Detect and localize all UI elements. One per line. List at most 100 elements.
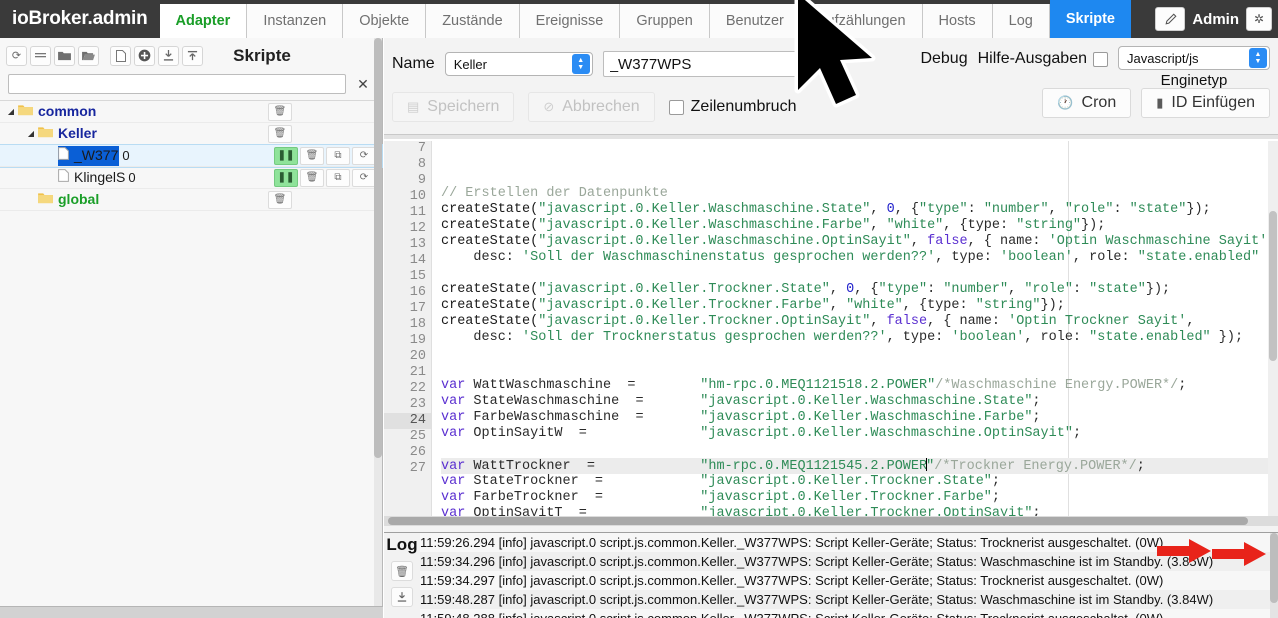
tab-zust-nde[interactable]: Zustände: [426, 4, 520, 38]
folder-open-icon[interactable]: [78, 45, 99, 66]
trash-button[interactable]: 🗑: [300, 168, 324, 187]
cancel-button[interactable]: ⊘ Abbrechen: [528, 92, 655, 122]
search-input[interactable]: [8, 74, 346, 94]
tab-ereignisse[interactable]: Ereignisse: [519, 4, 621, 38]
tab-benutzer[interactable]: Benutzer: [709, 4, 801, 38]
log-entry-list[interactable]: 11:59:26.294 [info] javascript.0 script.…: [420, 533, 1270, 618]
insert-id-label: ID Einfügen: [1171, 94, 1255, 111]
trash-button[interactable]: 🗑: [268, 102, 292, 121]
line-number: 18: [409, 317, 426, 332]
export-icon[interactable]: [158, 45, 179, 66]
editor-vertical-scrollbar[interactable]: [1268, 141, 1278, 521]
tab-instanzen[interactable]: Instanzen: [247, 4, 344, 38]
code-token: false: [886, 314, 928, 329]
log-entry[interactable]: 11:59:34.296 [info] javascript.0 script.…: [420, 552, 1270, 571]
import-icon[interactable]: [182, 45, 203, 66]
log-source: javascript.0 script.js.common.Keller._W3…: [530, 573, 812, 588]
folder-select[interactable]: Keller ▲ ▼: [444, 52, 593, 76]
cron-button[interactable]: 🕐 Cron: [1042, 88, 1132, 118]
insert-id-button[interactable]: ▮ ID Einfügen: [1141, 88, 1270, 118]
tab-aufz-hlungen[interactable]: Aufzählungen: [800, 4, 923, 38]
code-editor[interactable]: 7 8 9 10 11 12 13 14 15 16 17 18 19 20 21 22 23 24 25 26 27 …: [384, 134, 1278, 526]
sidebar-scrollbar-thumb[interactable]: [374, 38, 382, 458]
editor-hscroll-thumb[interactable]: [388, 517, 1248, 525]
code-line: createState("javascript.0.Keller.Waschma…: [441, 218, 1278, 234]
code-token: ": [926, 459, 935, 474]
tab-adapter[interactable]: Adapter: [159, 4, 248, 38]
pause-button[interactable]: ❚❚: [274, 168, 298, 187]
new-file-icon[interactable]: [110, 45, 131, 66]
log-scrollbar-thumb[interactable]: [1270, 533, 1278, 603]
restart-button[interactable]: ⟳: [352, 146, 376, 165]
editor-top-edge: [384, 135, 1278, 139]
wordwrap-checkbox[interactable]: [668, 99, 684, 115]
code-line: // Erstellen der Datenpunkte: [441, 186, 1278, 202]
clear-search-button[interactable]: ✕: [352, 74, 374, 94]
editor-vscroll-thumb[interactable]: [1269, 211, 1277, 361]
save-button[interactable]: ▤ Speichern: [392, 92, 515, 122]
log-entry[interactable]: 11:59:34.297 [info] javascript.0 script.…: [420, 571, 1270, 590]
debug-checkbox-group[interactable]: Debug: [920, 50, 967, 68]
tree-row-actions: ❚❚ 🗑 ⧉ ⟳: [272, 146, 382, 165]
code-line: createState("javascript.0.Keller.Trockne…: [441, 314, 1278, 330]
folder-closed-icon[interactable]: [54, 45, 75, 66]
pause-button[interactable]: ❚❚: [274, 146, 298, 165]
tab-skripte[interactable]: Skripte: [1049, 0, 1131, 38]
sidebar-scrollbar[interactable]: [374, 38, 382, 618]
trash-button[interactable]: 🗑: [268, 124, 292, 143]
collapse-all-icon[interactable]: [30, 45, 51, 66]
code-token: , { name:: [967, 234, 1049, 249]
tab-gruppen[interactable]: Gruppen: [620, 4, 710, 38]
code-token: "hm-rpc.0.MEQ1121545.2.POWER: [700, 459, 928, 474]
tab-list: Adapter Instanzen Objekte Zustände Ereigniss…: [159, 0, 1131, 38]
script-tree: ◢ common 🗑 ◢ Keller 🗑 _W377 0 ❚❚ 🗑 ⧉ ⟳ KlingelS 0 ❚❚ 🗑 ⧉…: [0, 100, 383, 211]
tree-row-common[interactable]: ◢ common 🗑: [0, 101, 382, 123]
cancel-label: Abbrechen: [562, 98, 640, 115]
code-token: ;: [1072, 426, 1082, 441]
code-token: "hm-rpc.0.MEQ1121518.2.POWER": [700, 378, 936, 393]
code-token: "state": [1129, 202, 1187, 217]
log-entry[interactable]: 11:59:48.287 [info] javascript.0 script.…: [420, 590, 1270, 609]
help-output-checkbox-group[interactable]: Hilfe-Ausgaben: [978, 50, 1108, 68]
refresh-icon[interactable]: ⟳: [6, 45, 27, 66]
log-message: Script Keller-Geräte; Status: Trockneris…: [815, 535, 1164, 550]
code-token: OptinSayitW =: [465, 426, 701, 441]
code-token: var: [441, 474, 466, 489]
log-timestamp: 11:59:48.287: [420, 592, 495, 607]
tree-row-keller[interactable]: ◢ Keller 🗑: [0, 123, 382, 145]
wordwrap-group[interactable]: Zeilenumbruch: [668, 98, 796, 116]
script-name-input[interactable]: [602, 51, 803, 77]
tab-log[interactable]: Log: [992, 4, 1050, 38]
copy-button[interactable]: ⧉: [326, 146, 350, 165]
code-token: var: [441, 490, 466, 505]
expander-open-icon[interactable]: ◢: [24, 129, 38, 138]
log-entry[interactable]: 11:59:26.294 [info] javascript.0 script.…: [420, 533, 1270, 552]
code-token: WattWaschmaschine =: [465, 378, 701, 393]
tab-objekte[interactable]: Objekte: [343, 4, 427, 38]
tree-node-label: _W377: [74, 146, 119, 163]
tab-hosts[interactable]: Hosts: [922, 4, 993, 38]
help-output-checkbox[interactable]: [1093, 51, 1108, 67]
log-message: Script Keller-Geräte; Status: Trockneris…: [815, 611, 1163, 618]
expander-open-icon[interactable]: ◢: [4, 107, 18, 116]
editor-horizontal-scrollbar[interactable]: [384, 516, 1278, 526]
log-scrollbar[interactable]: [1270, 533, 1278, 618]
enginetype-select[interactable]: Javascript/js ▲ ▼: [1118, 46, 1270, 70]
editor-action-buttons: 🕐 Cron ▮ ID Einfügen: [1042, 88, 1270, 118]
download-icon[interactable]: [391, 587, 413, 607]
tree-row-global[interactable]: global 🗑: [0, 189, 382, 211]
tree-row-klingels[interactable]: KlingelS 0 ❚❚ 🗑 ⧉ ⟳: [0, 167, 382, 189]
restart-button[interactable]: ⟳: [352, 168, 376, 187]
code-content[interactable]: // Erstellen der Datenpunkte createState(…: [432, 141, 1278, 521]
pencil-icon[interactable]: [1155, 7, 1186, 31]
trash-icon[interactable]: 🗑: [391, 561, 413, 581]
tree-row--w377[interactable]: _W377 0 ❚❚ 🗑 ⧉ ⟳: [0, 144, 383, 168]
line-number: 9: [417, 173, 426, 188]
log-entry[interactable]: 11:59:48.288 [info] javascript.0 script.…: [420, 609, 1270, 618]
add-icon[interactable]: [134, 45, 155, 66]
code-token: var: [441, 459, 466, 474]
trash-button[interactable]: 🗑: [268, 190, 292, 209]
gear-icon[interactable]: ✲: [1246, 7, 1272, 31]
trash-button[interactable]: 🗑: [300, 146, 324, 165]
copy-button[interactable]: ⧉: [326, 168, 350, 187]
